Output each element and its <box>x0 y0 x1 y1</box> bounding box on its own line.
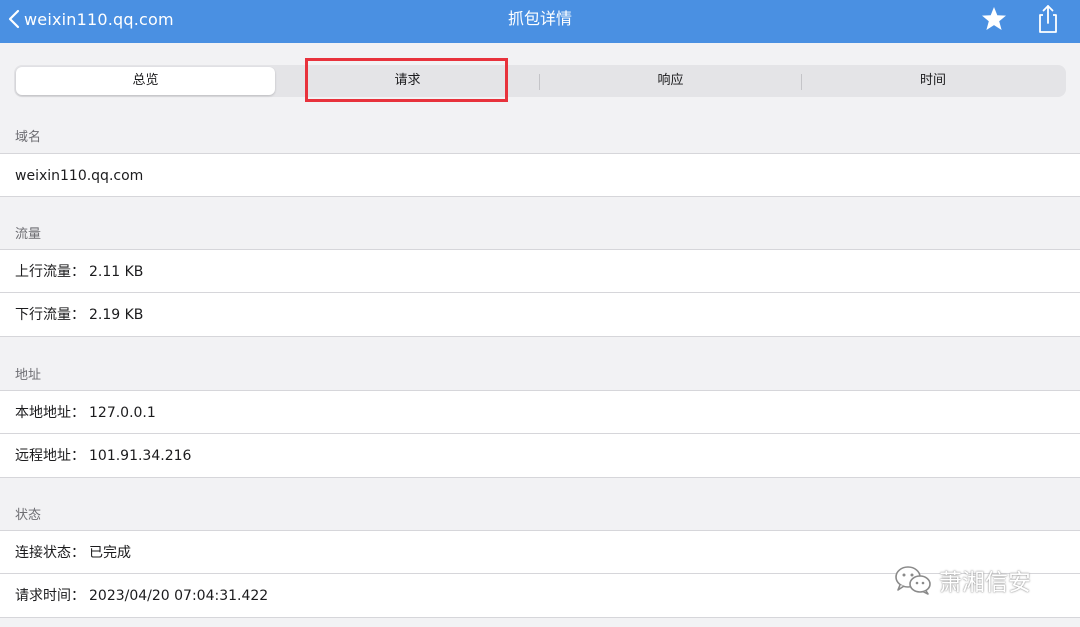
section-header-address: 地址 <box>15 368 42 383</box>
remote-address-value: 101.91.34.216 <box>89 448 192 464</box>
segmented-control: 总览 请求 响应 时间 <box>14 65 1066 97</box>
tab-response[interactable]: 响应 <box>540 67 801 95</box>
table-row: 上行流量： 2.11 KB <box>0 249 1080 293</box>
download-traffic-value: 2.19 KB <box>89 307 144 323</box>
section-header-domain: 域名 <box>15 130 42 145</box>
download-traffic-label: 下行流量： <box>15 307 85 323</box>
watermark-text: 萧湘信安 <box>939 570 1031 596</box>
table-row: weixin110.qq.com <box>0 153 1080 197</box>
navigation-bar: weixin110.qq.com 抓包详情 <box>0 0 1080 43</box>
back-button-label: weixin110.qq.com <box>24 9 174 29</box>
connection-status-label: 连接状态： <box>15 545 85 561</box>
share-icon[interactable] <box>1036 4 1060 34</box>
highlight-annotation-box <box>305 58 508 102</box>
section-header-traffic: 流量 <box>15 227 42 242</box>
domain-value: weixin110.qq.com <box>15 168 144 184</box>
local-address-value: 127.0.0.1 <box>89 405 156 421</box>
upload-traffic-value: 2.11 KB <box>89 264 144 280</box>
table-row: 下行流量： 2.19 KB <box>0 293 1080 337</box>
back-button[interactable]: weixin110.qq.com <box>8 0 174 38</box>
watermark: 萧湘信安 <box>893 562 1031 598</box>
request-time-label: 请求时间： <box>15 588 85 604</box>
table-row: 本地地址： 127.0.0.1 <box>0 390 1080 434</box>
star-icon[interactable] <box>980 5 1008 33</box>
wechat-logo-icon <box>895 566 931 595</box>
tab-overview[interactable]: 总览 <box>16 67 275 95</box>
remote-address-label: 远程地址： <box>15 448 85 464</box>
tab-time[interactable]: 时间 <box>802 67 1064 95</box>
request-time-value: 2023/04/20 07:04:31.422 <box>89 588 269 604</box>
local-address-label: 本地地址： <box>15 405 85 421</box>
chevron-left-icon <box>8 9 20 29</box>
table-row: 远程地址： 101.91.34.216 <box>0 434 1080 478</box>
connection-status-value: 已完成 <box>89 545 131 561</box>
upload-traffic-label: 上行流量： <box>15 264 85 280</box>
section-header-status: 状态 <box>15 508 42 523</box>
